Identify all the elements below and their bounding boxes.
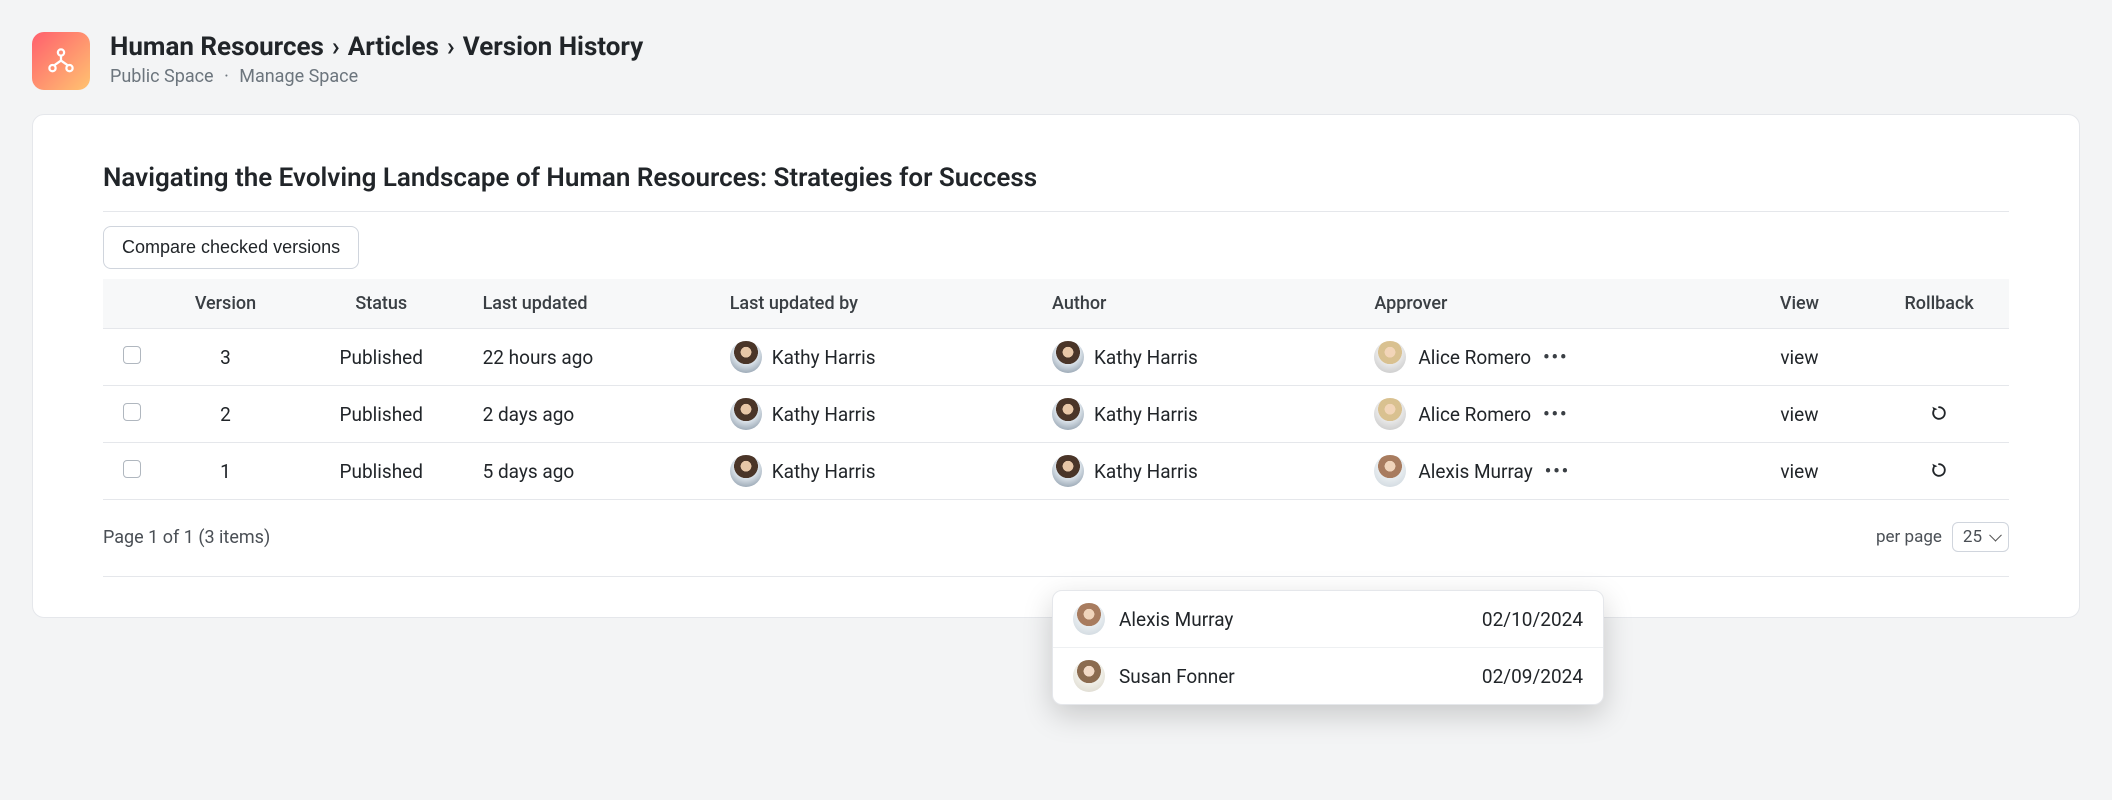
version-cell: 1 <box>161 443 290 500</box>
author-name[interactable]: Kathy Harris <box>1094 403 1198 426</box>
avatar <box>1073 660 1105 692</box>
article-title: Navigating the Evolving Landscape of Hum… <box>103 163 2009 193</box>
space-icon <box>32 32 90 90</box>
col-checkbox <box>103 279 161 329</box>
col-author[interactable]: Author <box>1042 279 1364 329</box>
version-cell: 3 <box>161 329 290 386</box>
breadcrumb-page: Version History <box>463 32 644 62</box>
col-last-updated[interactable]: Last updated <box>473 279 720 329</box>
chevron-right-icon: › <box>447 32 455 62</box>
popover-name: Alexis Murray <box>1119 608 1233 631</box>
row-checkbox[interactable] <box>123 403 141 421</box>
chevron-right-icon: › <box>332 32 340 62</box>
pagination-info: Page 1 of 1 (3 items) <box>103 527 270 548</box>
divider <box>103 211 2009 212</box>
col-version[interactable]: Version <box>161 279 290 329</box>
table-row: 1Published5 days ago Kathy Harris Kathy Ha… <box>103 443 2009 500</box>
avatar <box>1073 603 1105 635</box>
approver-name[interactable]: Alice Romero <box>1418 346 1531 369</box>
manage-space-link[interactable]: Manage Space <box>239 66 358 87</box>
avatar <box>730 455 762 487</box>
row-checkbox[interactable] <box>123 460 141 478</box>
col-rollback: Rollback <box>1869 279 2009 329</box>
view-link[interactable]: view <box>1780 346 1818 369</box>
avatar <box>1374 455 1406 487</box>
col-last-updated-by[interactable]: Last updated by <box>720 279 1042 329</box>
col-status[interactable]: Status <box>290 279 473 329</box>
avatar <box>1374 341 1406 373</box>
rollback-icon[interactable] <box>1927 401 1951 425</box>
avatar <box>730 398 762 430</box>
popover-row[interactable]: Alexis Murray 02/10/2024 <box>1053 591 1603 648</box>
col-approver[interactable]: Approver <box>1364 279 1729 329</box>
table-row: 2Published2 days ago Kathy Harris Kathy Ha… <box>103 386 2009 443</box>
view-link[interactable]: view <box>1780 403 1818 426</box>
per-page-select[interactable]: 25 <box>1952 522 2009 552</box>
breadcrumb-space[interactable]: Human Resources <box>110 32 324 62</box>
approver-name[interactable]: Alice Romero <box>1418 403 1531 426</box>
last-updated-by-name[interactable]: Kathy Harris <box>772 403 876 426</box>
approver-name[interactable]: Alexis Murray <box>1418 460 1532 483</box>
popover-row[interactable]: Susan Fonner 02/09/2024 <box>1053 648 1603 704</box>
row-checkbox[interactable] <box>123 346 141 364</box>
breadcrumb-section[interactable]: Articles <box>348 32 439 62</box>
avatar <box>1052 341 1084 373</box>
breadcrumb: Human Resources › Articles › Version His… <box>110 32 643 62</box>
more-approvers-icon[interactable]: ••• <box>1545 461 1570 482</box>
space-visibility: Public Space <box>110 66 214 87</box>
versions-table: Version Status Last updated Last updated… <box>103 279 2009 500</box>
status-cell: Published <box>290 443 473 500</box>
last-updated-by-name[interactable]: Kathy Harris <box>772 346 876 369</box>
avatar <box>1052 455 1084 487</box>
per-page-label: per page <box>1876 527 1942 547</box>
last-updated-by-name[interactable]: Kathy Harris <box>772 460 876 483</box>
author-name[interactable]: Kathy Harris <box>1094 460 1198 483</box>
last-updated-cell: 22 hours ago <box>473 329 720 386</box>
status-cell: Published <box>290 386 473 443</box>
status-cell: Published <box>290 329 473 386</box>
col-view: View <box>1730 279 1870 329</box>
last-updated-cell: 2 days ago <box>473 386 720 443</box>
view-link[interactable]: view <box>1780 460 1818 483</box>
rollback-icon[interactable] <box>1927 458 1951 482</box>
popover-date: 02/10/2024 <box>1482 608 1583 631</box>
last-updated-cell: 5 days ago <box>473 443 720 500</box>
table-row: 3Published22 hours ago Kathy Harris Kathy … <box>103 329 2009 386</box>
avatar <box>730 341 762 373</box>
avatar <box>1052 398 1084 430</box>
subheader: Public Space · Manage Space <box>110 66 643 87</box>
author-name[interactable]: Kathy Harris <box>1094 346 1198 369</box>
avatar <box>1374 398 1406 430</box>
popover-date: 02/09/2024 <box>1482 665 1583 688</box>
version-cell: 2 <box>161 386 290 443</box>
approver-popover: Alexis Murray 02/10/2024 Susan Fonner 02/09… <box>1052 590 1604 705</box>
popover-name: Susan Fonner <box>1119 665 1235 688</box>
more-approvers-icon[interactable]: ••• <box>1543 404 1568 425</box>
more-approvers-icon[interactable]: ••• <box>1543 347 1568 368</box>
compare-button[interactable]: Compare checked versions <box>103 226 359 269</box>
